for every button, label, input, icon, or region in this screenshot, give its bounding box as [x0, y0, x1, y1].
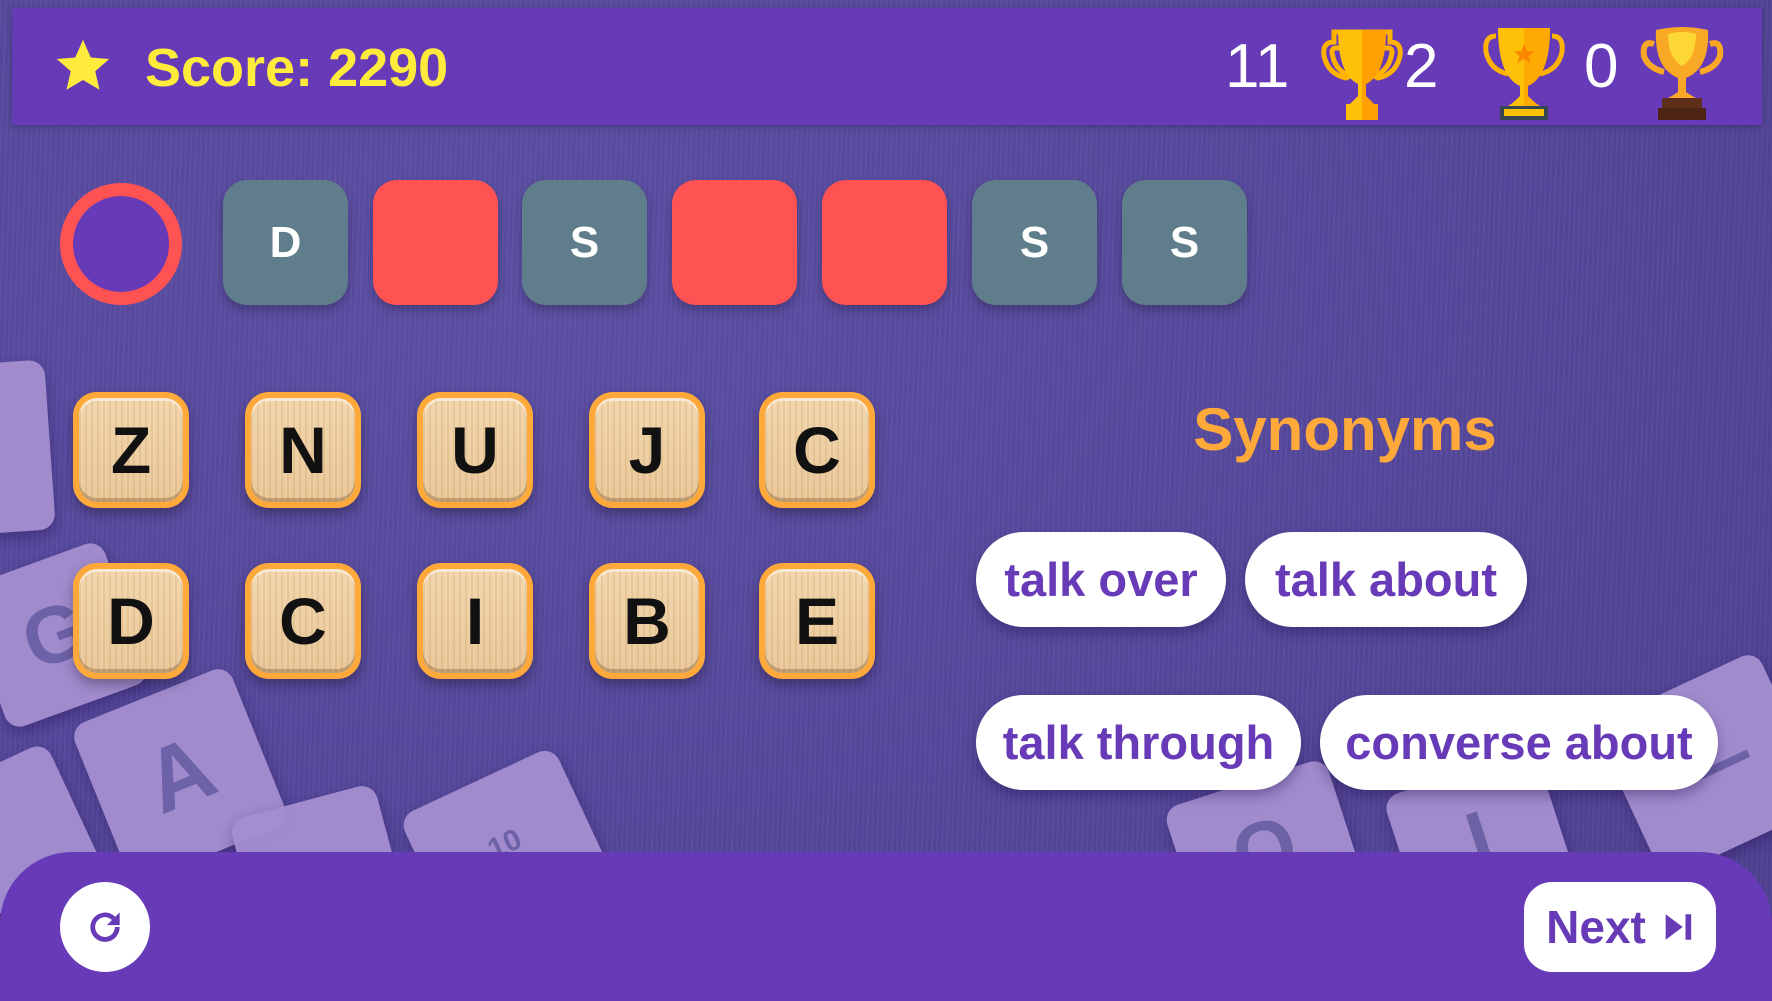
answer-slot[interactable]: S	[1122, 180, 1247, 305]
answer-slot[interactable]: S	[522, 180, 647, 305]
refresh-button[interactable]	[60, 882, 150, 972]
trophy-count-bronze: 0	[1584, 32, 1619, 101]
refresh-icon	[90, 912, 120, 942]
letter-tile[interactable]: C	[759, 392, 875, 508]
synonym-chip: talk over	[976, 532, 1226, 627]
letter-tile[interactable]: B	[589, 563, 705, 679]
bottom-bar	[0, 852, 1772, 1001]
letter-tile[interactable]: D	[73, 563, 189, 679]
answer-slot[interactable]	[373, 180, 498, 305]
letter-tile[interactable]: E	[759, 563, 875, 679]
trophy-gold-icon	[1321, 29, 1403, 120]
synonym-chip: talk through	[976, 695, 1301, 790]
skip-next-icon	[1665, 914, 1692, 940]
letter-tile[interactable]: C	[245, 563, 361, 679]
score-label: Score: 2290	[145, 38, 449, 98]
letter-tile[interactable]: J	[589, 392, 705, 508]
answer-slot[interactable]	[672, 180, 797, 305]
star-icon	[56, 39, 110, 90]
hint-title: Synonyms	[1193, 396, 1497, 463]
trophy-bronze-icon	[1640, 27, 1724, 120]
letter-tile[interactable]: N	[245, 392, 361, 508]
letter-tile[interactable]: Z	[73, 392, 189, 508]
background-tile	[0, 359, 56, 535]
next-button[interactable]: Next	[1524, 882, 1716, 972]
trophy-count-silver: 2	[1404, 32, 1439, 101]
trophy-count-gold: 11	[1225, 32, 1290, 101]
answer-slot[interactable]: S	[972, 180, 1097, 305]
trophy-star-icon	[1483, 28, 1565, 120]
letter-tile[interactable]: U	[417, 392, 533, 508]
synonym-chip: converse about	[1320, 695, 1718, 790]
score-header: Score: 2290 11 2 0	[12, 8, 1762, 125]
synonym-chip: talk about	[1245, 532, 1527, 627]
ring-icon	[60, 183, 182, 305]
answer-slot[interactable]: D	[223, 180, 348, 305]
next-label: Next	[1546, 901, 1646, 953]
answer-slot[interactable]	[822, 180, 947, 305]
letter-tile[interactable]: I	[417, 563, 533, 679]
